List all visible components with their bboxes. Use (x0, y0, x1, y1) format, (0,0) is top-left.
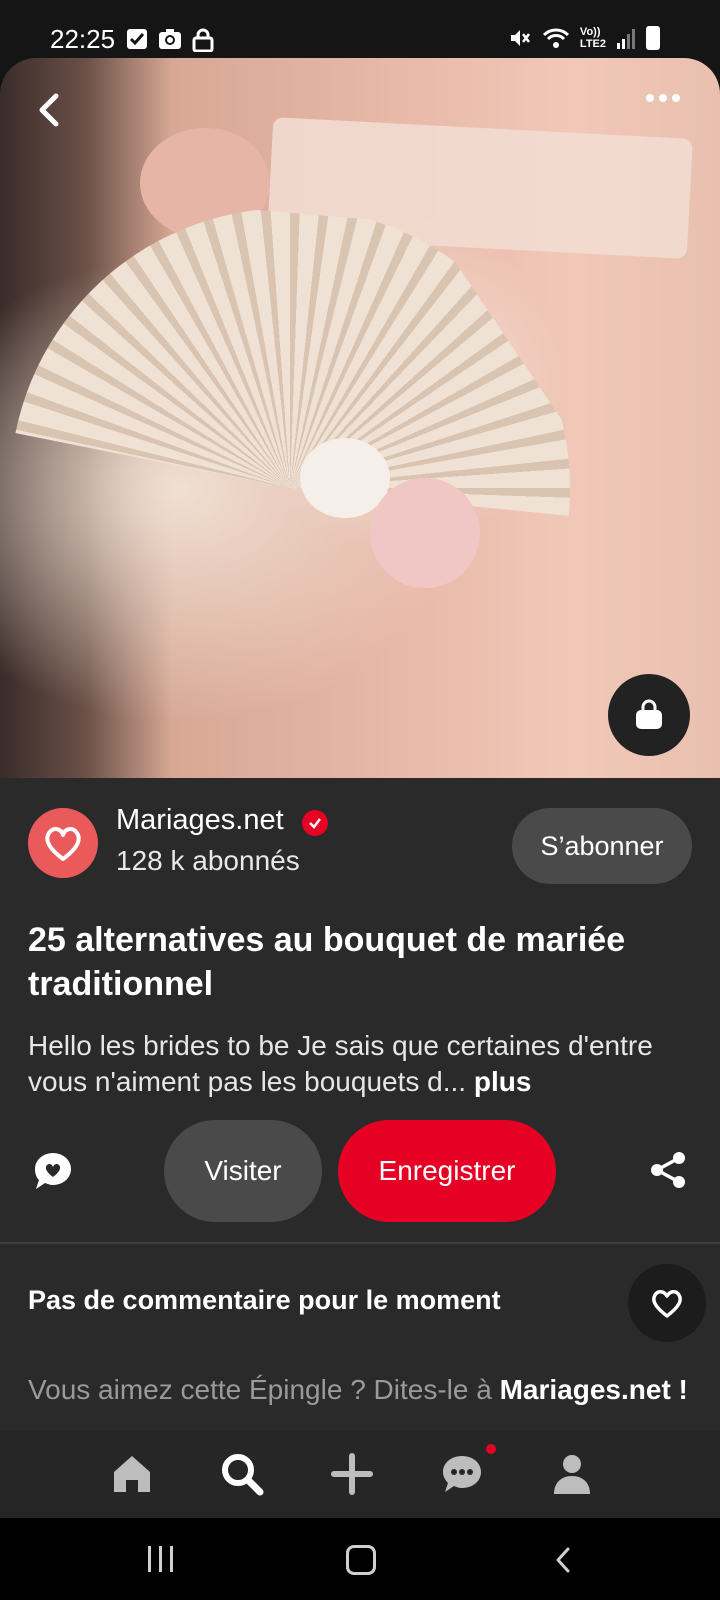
comments-empty-label: Pas de commentaire pour le moment (28, 1285, 501, 1315)
pink-rose (370, 478, 480, 588)
like-prompt: Vous aimez cette Épingle ? Dites-le à Ma… (28, 1372, 688, 1428)
more-options-icon[interactable] (646, 94, 680, 102)
creator-name[interactable]: Mariages.net (116, 804, 284, 837)
wifi-icon (542, 28, 569, 48)
comment-icon[interactable] (32, 1150, 74, 1192)
mute-icon (510, 30, 530, 46)
home-icon[interactable] (110, 1452, 154, 1496)
follow-button[interactable]: S’abonner (512, 808, 692, 884)
like-prompt-target[interactable]: Mariages.net ! (500, 1374, 688, 1405)
like-button[interactable] (628, 1264, 706, 1342)
lte-icon: Vo)) LTE2 (579, 26, 606, 50)
pin-image[interactable] (0, 58, 720, 778)
save-button[interactable]: Enregistrer (338, 1120, 556, 1222)
creator-followers: 128 k abonnés (116, 845, 300, 876)
status-left-icons (126, 28, 214, 52)
status-right-icons: Vo)) LTE2 (508, 26, 660, 50)
recents-icon[interactable] (148, 1546, 173, 1572)
shop-button[interactable] (608, 674, 690, 756)
verified-badge-icon (302, 810, 328, 836)
plus-icon[interactable] (330, 1452, 374, 1496)
section-divider (0, 1242, 720, 1244)
notification-dot (486, 1444, 496, 1454)
status-time: 22:25 (50, 24, 116, 54)
check-box-icon (127, 29, 147, 49)
chat-icon[interactable] (440, 1452, 484, 1496)
creator-avatar[interactable] (28, 808, 98, 878)
shopping-bag-icon (636, 699, 662, 729)
home-system-icon[interactable] (346, 1545, 376, 1575)
profile-icon[interactable] (550, 1452, 594, 1496)
heart-logo-icon (45, 827, 81, 861)
share-icon[interactable] (648, 1150, 688, 1190)
search-icon[interactable] (220, 1452, 264, 1496)
back-arrow-icon[interactable] (30, 88, 70, 132)
pin-description: Hello les brides to be Je sais que certa… (28, 1028, 708, 1100)
signal-icon (617, 29, 635, 49)
like-prompt-text: Vous aimez cette Épingle ? Dites-le à (28, 1374, 500, 1405)
camera-icon (159, 29, 181, 49)
visit-button[interactable]: Visiter (164, 1120, 322, 1222)
heart-icon (652, 1290, 682, 1318)
pin-title: 25 alternatives au bouquet de mariée tra… (28, 921, 626, 1003)
lace-fan (10, 208, 570, 516)
pin-description-text: Hello les brides to be Je sais que certa… (28, 1030, 653, 1097)
back-system-icon[interactable] (552, 1546, 576, 1574)
lock-icon (192, 28, 214, 52)
battery-icon (646, 26, 660, 50)
more-link[interactable]: plus (474, 1066, 532, 1097)
